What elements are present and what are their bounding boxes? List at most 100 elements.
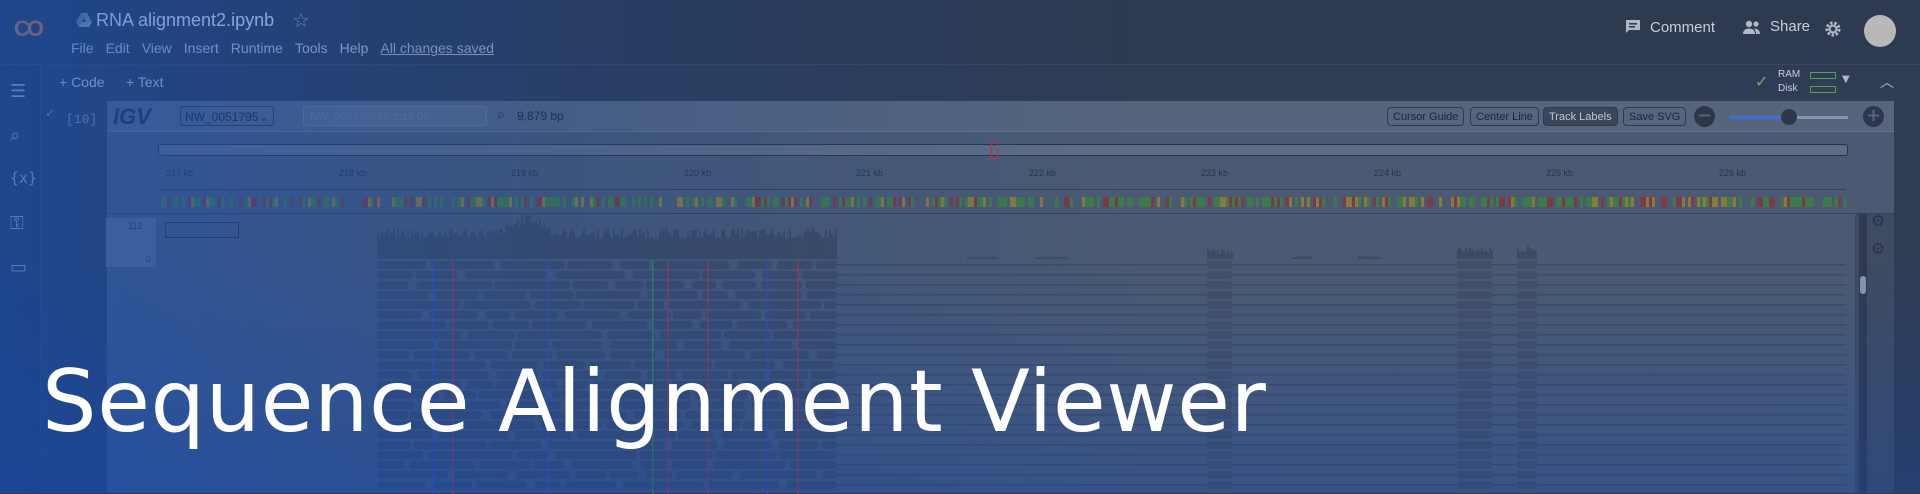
menu-runtime[interactable]: Runtime [231,40,283,56]
read [516,471,571,479]
read [535,301,581,309]
reference-base [752,197,755,207]
reference-base [809,197,812,207]
genomic-ruler[interactable]: 217 kb 218 kb 219 kb 220 kb 221 kb 222 k… [158,165,1846,190]
reference-base [1217,197,1220,207]
reference-base [647,197,650,207]
chevron-up-icon[interactable]: ︿ [1880,72,1894,92]
add-text-button[interactable]: + Text [126,74,164,90]
reference-base [557,197,560,207]
zoom-in-button[interactable]: + [1863,106,1884,127]
reference-base [239,197,242,207]
coverage-bar [453,234,455,259]
menu-insert[interactable]: Insert [184,40,219,56]
coverage-bar [777,232,779,259]
reference-base [1037,197,1040,207]
reference-base [698,197,701,207]
reference-base [617,197,620,207]
reference-base [1148,197,1151,207]
track-labels-button[interactable]: Track Labels [1543,107,1618,126]
reference-base [545,197,548,207]
center-line-button[interactable]: Center Line [1470,107,1539,126]
coverage-bar [1061,256,1063,259]
star-icon[interactable]: ☆ [292,8,310,32]
chromosome-ideogram[interactable] [158,141,1848,159]
reference-base [1628,197,1631,207]
reference-base [1268,197,1271,207]
coverage-bar [425,237,427,259]
saved-status-link[interactable]: All changes saved [380,40,494,56]
coverage-bar [547,229,549,259]
reference-base [278,197,281,207]
reference-base [1742,197,1745,207]
menu-edit[interactable]: Edit [106,40,130,56]
coverage-bar [673,228,675,259]
reference-base [1406,197,1409,207]
folder-icon[interactable]: ▭ [10,257,32,278]
read [1517,301,1537,309]
coverage-bar [535,220,537,259]
reference-base [1007,197,1010,207]
share-button[interactable]: Share [1742,18,1810,35]
left-rail: ☰ ⌕ {x} ⚿ ▭ [0,65,41,493]
menu-view[interactable]: View [142,40,172,56]
locus-search-icon[interactable]: ⌕ [497,107,505,123]
chromosome-select[interactable]: NW_0051795 ⌄ [180,106,274,126]
coverage-bar [473,231,475,259]
coverage-bar [771,229,773,259]
reference-base [1490,197,1493,207]
reference-base [587,197,590,207]
read [792,321,837,329]
coverage-track[interactable] [158,214,1846,259]
reference-base [1115,197,1118,207]
variables-icon[interactable]: {x} [10,169,37,189]
reference-base [1340,197,1343,207]
reference-base [953,197,956,207]
comment-button[interactable]: Comment [1624,18,1715,36]
chevron-down-icon[interactable]: ▼ [1842,74,1850,85]
coverage-bar [497,232,499,259]
reference-base [1250,197,1253,207]
settings-gear-icon[interactable] [1824,20,1842,38]
menu-help[interactable]: Help [340,40,369,56]
add-code-button[interactable]: + Code [59,74,105,90]
read [1457,371,1492,379]
key-icon[interactable]: ⚿ [10,213,32,234]
cursor-guide-button[interactable]: Cursor Guide [1387,107,1465,126]
coverage-bar [799,233,801,259]
reference-base [1082,197,1085,207]
track-settings-gear-icon[interactable]: ⚙ [1871,211,1885,230]
read [645,281,684,289]
notebook-title[interactable]: RNA alignment2.ipynb [96,10,274,31]
read [377,471,448,479]
resource-monitor[interactable]: RAM Disk [1778,68,1800,96]
coverage-bar [1306,256,1308,259]
track-settings-gear-icon[interactable]: ⚙ [1871,239,1885,258]
save-svg-button[interactable]: Save SVG [1623,107,1687,126]
colab-logo[interactable]: CO [14,16,52,44]
locus-input[interactable]: NW_005179595.1:19,09… [303,106,487,126]
reference-base [1202,197,1205,207]
reference-base [548,197,551,207]
coverage-bar [1531,249,1533,259]
reference-base [1664,197,1667,207]
menu-file[interactable]: File [71,40,94,56]
list-icon[interactable]: ☰ [10,81,32,102]
reference-base [917,197,920,207]
menu-tools[interactable]: Tools [295,40,328,56]
search-icon[interactable]: ⌕ [10,125,32,146]
read [377,281,409,289]
scrollbar-thumb[interactable] [1860,276,1866,294]
zoom-slider-knob[interactable] [1781,109,1797,125]
reference-base [1259,197,1262,207]
reference-base [686,197,689,207]
zoom-out-button[interactable]: − [1694,106,1715,127]
reference-base [1067,197,1070,207]
reference-base [1445,197,1448,207]
track-scrollbar[interactable] [1859,214,1867,493]
avatar[interactable] [1864,15,1896,47]
zoom-slider[interactable] [1730,109,1848,125]
reference-base [932,197,935,207]
read [492,321,530,329]
coverage-bar [599,238,601,259]
